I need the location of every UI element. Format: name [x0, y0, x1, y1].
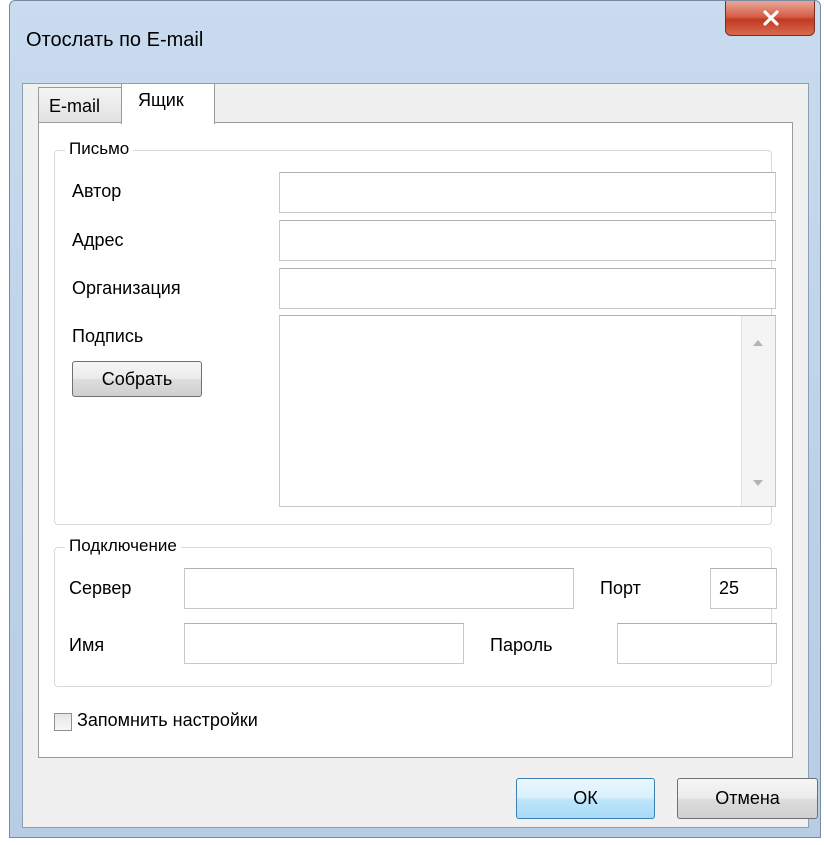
author-label: Автор	[72, 181, 122, 201]
dialog-window: Отослать по E-mail E-mail Ящик Письмо Ав…	[9, 0, 821, 838]
port-label: Порт	[600, 578, 641, 598]
signature-field[interactable]	[279, 315, 776, 507]
name-label: Имя	[69, 635, 105, 655]
server-label: Сервер	[69, 578, 132, 598]
address-label: Адрес	[72, 230, 124, 250]
address-field[interactable]	[279, 220, 776, 261]
port-field[interactable]: 25	[710, 568, 777, 609]
author-field[interactable]	[279, 172, 776, 213]
tab-panel-mailbox: Письмо Автор Адрес Организация Подпись С…	[38, 122, 793, 758]
close-button[interactable]	[725, 1, 815, 36]
server-field[interactable]	[184, 568, 574, 609]
letter-group-title: Письмо	[65, 139, 134, 159]
dialog-client-area: E-mail Ящик Письмо Автор Адрес Организац…	[22, 83, 818, 828]
remember-checkbox[interactable]	[54, 713, 72, 731]
cancel-button[interactable]: Отмена	[677, 778, 818, 819]
signature-text	[280, 316, 775, 328]
connection-group: Подключение Сервер Порт 25 Имя Пароль	[54, 536, 777, 687]
signature-scrollbar[interactable]	[741, 316, 775, 506]
signature-label: Подпись	[72, 326, 144, 346]
organization-label: Организация	[72, 278, 181, 298]
tab-mailbox[interactable]: Ящик	[121, 83, 215, 124]
remember-label[interactable]: Запомнить настройки	[77, 710, 258, 731]
scroll-up-icon[interactable]	[753, 330, 763, 351]
tab-email[interactable]: E-mail	[38, 87, 122, 122]
letter-group: Письмо Автор Адрес Организация Подпись С…	[54, 139, 776, 525]
title-bar[interactable]: Отослать по E-mail	[10, 1, 820, 83]
scroll-down-icon[interactable]	[753, 471, 763, 492]
name-field[interactable]	[184, 623, 464, 664]
password-label: Пароль	[490, 635, 553, 655]
window-title: Отослать по E-mail	[26, 29, 204, 51]
connection-group-title: Подключение	[65, 536, 181, 556]
collect-button[interactable]: Собрать	[72, 361, 202, 397]
ok-button[interactable]: ОК	[516, 778, 655, 819]
password-field[interactable]	[617, 623, 777, 664]
organization-field[interactable]	[279, 268, 776, 309]
